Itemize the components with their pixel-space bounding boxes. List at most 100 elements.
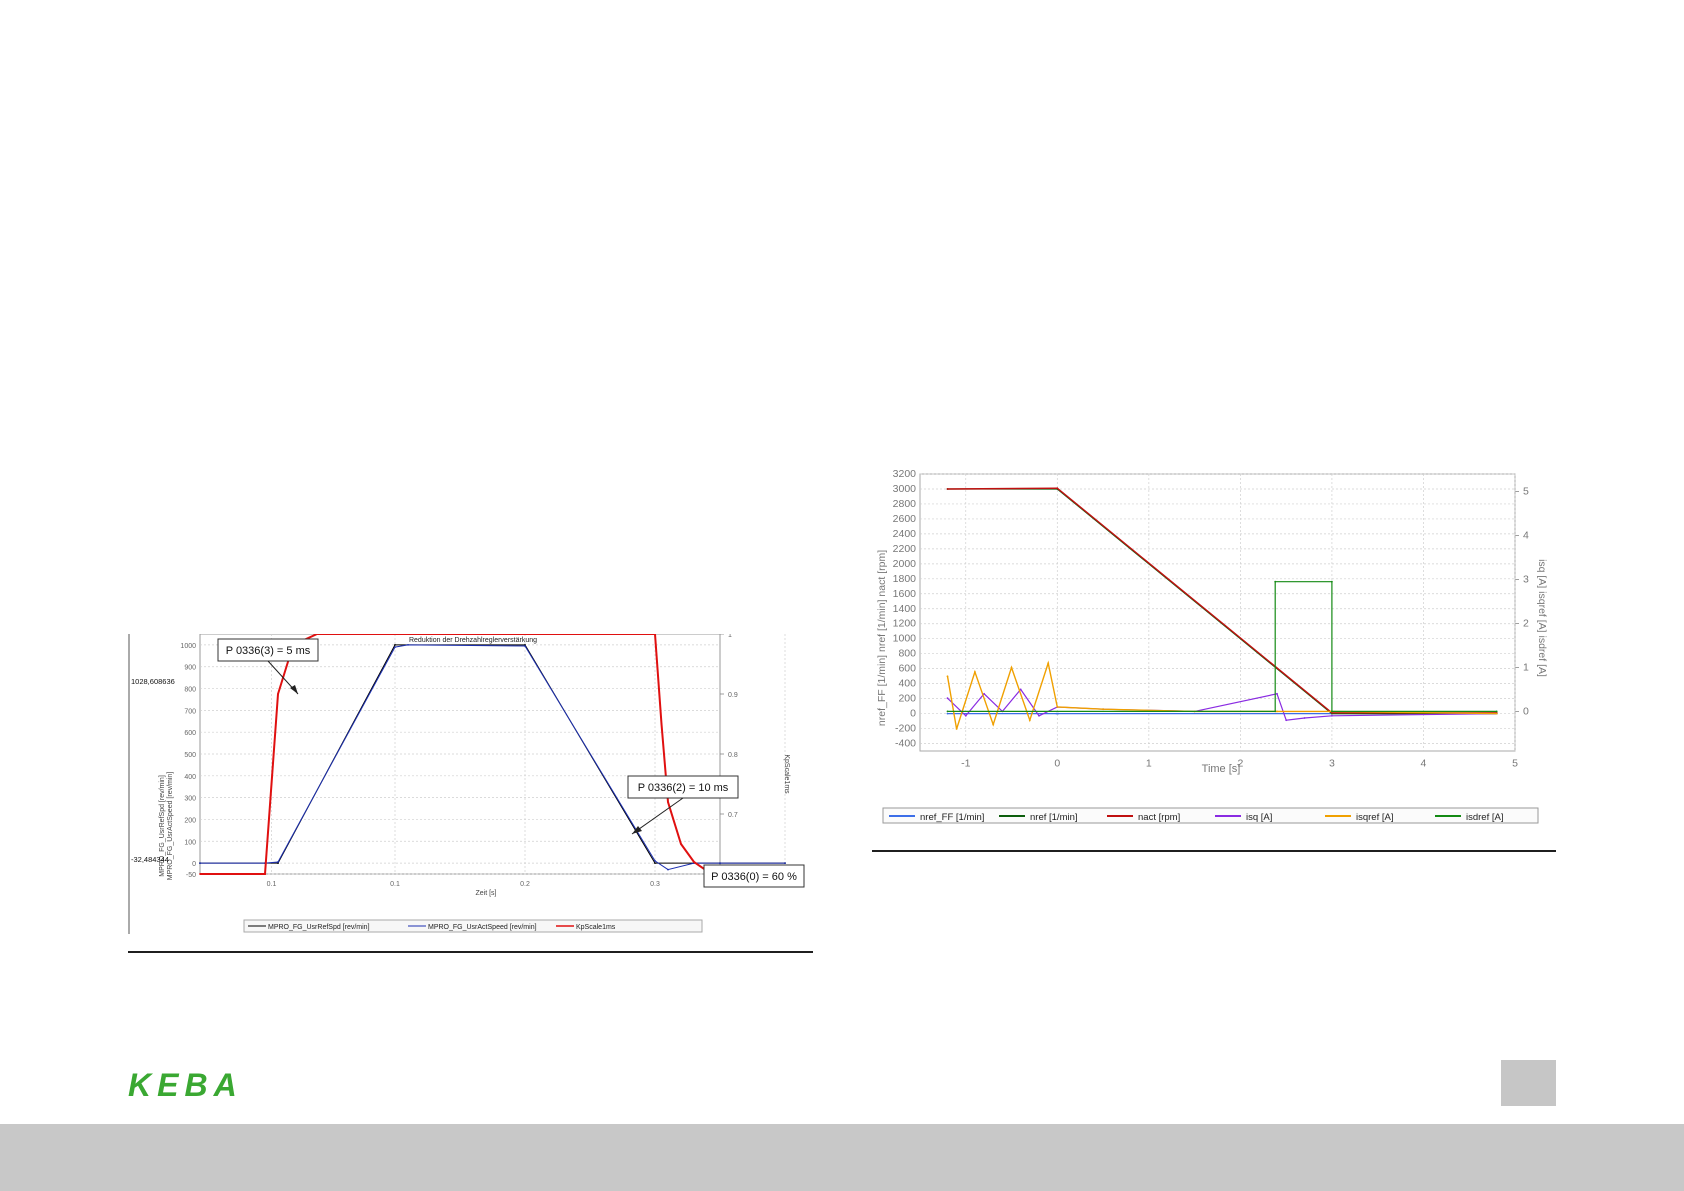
series-6-point <box>1495 710 1498 713</box>
rule-right <box>872 850 1556 852</box>
series-5-point <box>1047 662 1050 664</box>
y-right-tick-label: 0.9 <box>728 692 738 699</box>
y-left-tick-label: 200 <box>898 693 916 705</box>
legend-right-5: isqref [A] <box>1356 812 1394 823</box>
y-left-tick-label: 1600 <box>893 588 917 600</box>
legend-right-1: nref_FF [1/min] <box>920 812 984 823</box>
y-right-tick-label: 0.8 <box>728 752 738 759</box>
y-left-tick-label: 400 <box>898 678 916 690</box>
y-left-tick-label: 1000 <box>893 633 917 645</box>
series-4-point <box>1019 688 1022 691</box>
y-left-tick-label: 3000 <box>893 483 917 495</box>
y-left-tick-label: 600 <box>184 730 196 737</box>
series-4-point <box>1038 714 1040 717</box>
series-4-point <box>1276 692 1278 695</box>
y-left-tick-label: 2000 <box>893 558 917 570</box>
x-tick-label: 0.1 <box>267 881 277 888</box>
series-1-point <box>654 862 656 864</box>
y-left-tick-label: -200 <box>895 723 916 735</box>
chart-left-series <box>199 633 786 875</box>
chart-right-grid <box>919 473 1519 752</box>
annotation-text-3: P 0336(0) = 60 % <box>711 871 797 883</box>
y-left-tick-label: 2800 <box>893 498 917 510</box>
x-tick-label: 0.1 <box>390 881 400 888</box>
series-5-point <box>1276 710 1278 713</box>
y-left-tick-label: 800 <box>184 687 196 694</box>
keba-logo: KEBA <box>128 1067 268 1105</box>
y-left-tick-label: 600 <box>898 663 916 675</box>
series-4-point <box>1303 717 1306 719</box>
series-2-point <box>667 868 669 871</box>
series-1-point <box>1057 712 1060 715</box>
legend-left-2: MPRO_FG_UsrActSpeed [rev/min] <box>428 924 537 931</box>
rule-left <box>128 951 813 953</box>
y-right-tick-label: 0 <box>1523 705 1529 717</box>
x-tick-label: 0 <box>1054 758 1060 770</box>
x-tick-label: 4 <box>1421 758 1427 770</box>
y-left-tick-label: 1200 <box>893 618 917 630</box>
y-left-tick-label: 0 <box>192 861 196 868</box>
series-6-point <box>1331 580 1333 583</box>
keba-logo-mark: KEBA <box>128 1067 243 1103</box>
series-6-point <box>1274 710 1277 713</box>
series-line-4 <box>947 688 1497 721</box>
chart-right-ticks: 3200300028002600240022002000180016001400… <box>893 468 1529 770</box>
series-5-point <box>992 723 995 726</box>
y-right-tick-label: 3 <box>1523 574 1529 586</box>
chart-right-xlabel: Time [s] <box>1202 763 1241 775</box>
series-3-point <box>680 843 682 845</box>
y-left-tick-label: 500 <box>184 752 196 759</box>
series-5-point <box>974 671 976 673</box>
series-line-2 <box>947 488 1497 715</box>
legend-right-4: isq [A] <box>1246 812 1272 823</box>
chart-right-svg: 3200300028002600240022002000180016001400… <box>876 468 1548 824</box>
chart-left: Reduktion der Drehzahlreglerverstärkung … <box>128 632 812 934</box>
x-tick-label: -1 <box>961 758 970 770</box>
chart-right: 3200 3000 2800 2600 2400 2200 2000 1800 1600 1400… <box>875 468 1555 828</box>
legend-right-6: isdref [A] <box>1466 812 1504 823</box>
series-2-point <box>407 644 409 646</box>
series-2-point <box>394 646 396 648</box>
y-right-tick-label: 1 <box>728 634 732 639</box>
x-tick-label: 1 <box>1146 758 1152 770</box>
series-3-point <box>946 488 949 490</box>
y-left-tick-label: 1400 <box>893 603 917 615</box>
y-right-tick-label: 0.7 <box>728 812 738 819</box>
plot-frame <box>919 473 1516 752</box>
series-1-point <box>394 644 396 646</box>
series-6-point <box>946 710 949 713</box>
y-left-tick-label: 2200 <box>893 543 917 555</box>
y-right-tick-label: 4 <box>1523 530 1529 542</box>
y-left-tick-label: 2600 <box>893 513 917 525</box>
y-left-tick-label: 1800 <box>893 573 917 585</box>
x-tick-label: 0.3 <box>650 881 660 888</box>
y-left-tick-label: 900 <box>184 665 196 672</box>
x-tick-label: 3 <box>1329 758 1335 770</box>
y-left-tick-label: 3200 <box>893 468 917 480</box>
y-left-tick-label: 700 <box>184 708 196 715</box>
y-left-tick-label: 100 <box>184 839 196 846</box>
footer-bar <box>0 1124 1684 1191</box>
series-4-point <box>964 714 967 717</box>
legend-right-3: nact [rpm] <box>1138 812 1180 823</box>
series-line-5 <box>946 660 1497 730</box>
series-line-2 <box>200 644 785 871</box>
series-5-point <box>955 728 958 730</box>
legend-left-1: MPRO_FG_UsrRefSpd [rev/min] <box>268 924 370 931</box>
y-left-tick-label: -50 <box>186 872 196 879</box>
cursor-value-bottom: -32,484344 <box>131 855 169 864</box>
series-3-point <box>270 783 273 785</box>
y-left-tick-label: 2400 <box>893 528 917 540</box>
svg-text:KEBA: KEBA <box>128 1070 243 1100</box>
series-3-point <box>277 693 279 695</box>
chart-right-ylabel-right: isq [A] isqref [A] isdref [A] <box>1536 559 1548 677</box>
series-3-point <box>264 873 266 875</box>
y-right-tick-label: 5 <box>1523 486 1529 498</box>
series-3-point <box>693 861 695 863</box>
chart-left-legend: MPRO_FG_UsrRefSpd [rev/min] MPRO_FG_UsrA… <box>243 919 703 933</box>
y-left-tick-label: 0 <box>910 708 916 720</box>
chart-right-ylabel-left: nref_FF [1/min] nref [1/min] nact [rpm] <box>876 550 888 726</box>
series-line-6 <box>947 581 1497 712</box>
chart-left-title: Reduktion der Drehzahlreglerverstärkung <box>409 637 537 644</box>
y-left-tick-label: 200 <box>184 817 196 824</box>
